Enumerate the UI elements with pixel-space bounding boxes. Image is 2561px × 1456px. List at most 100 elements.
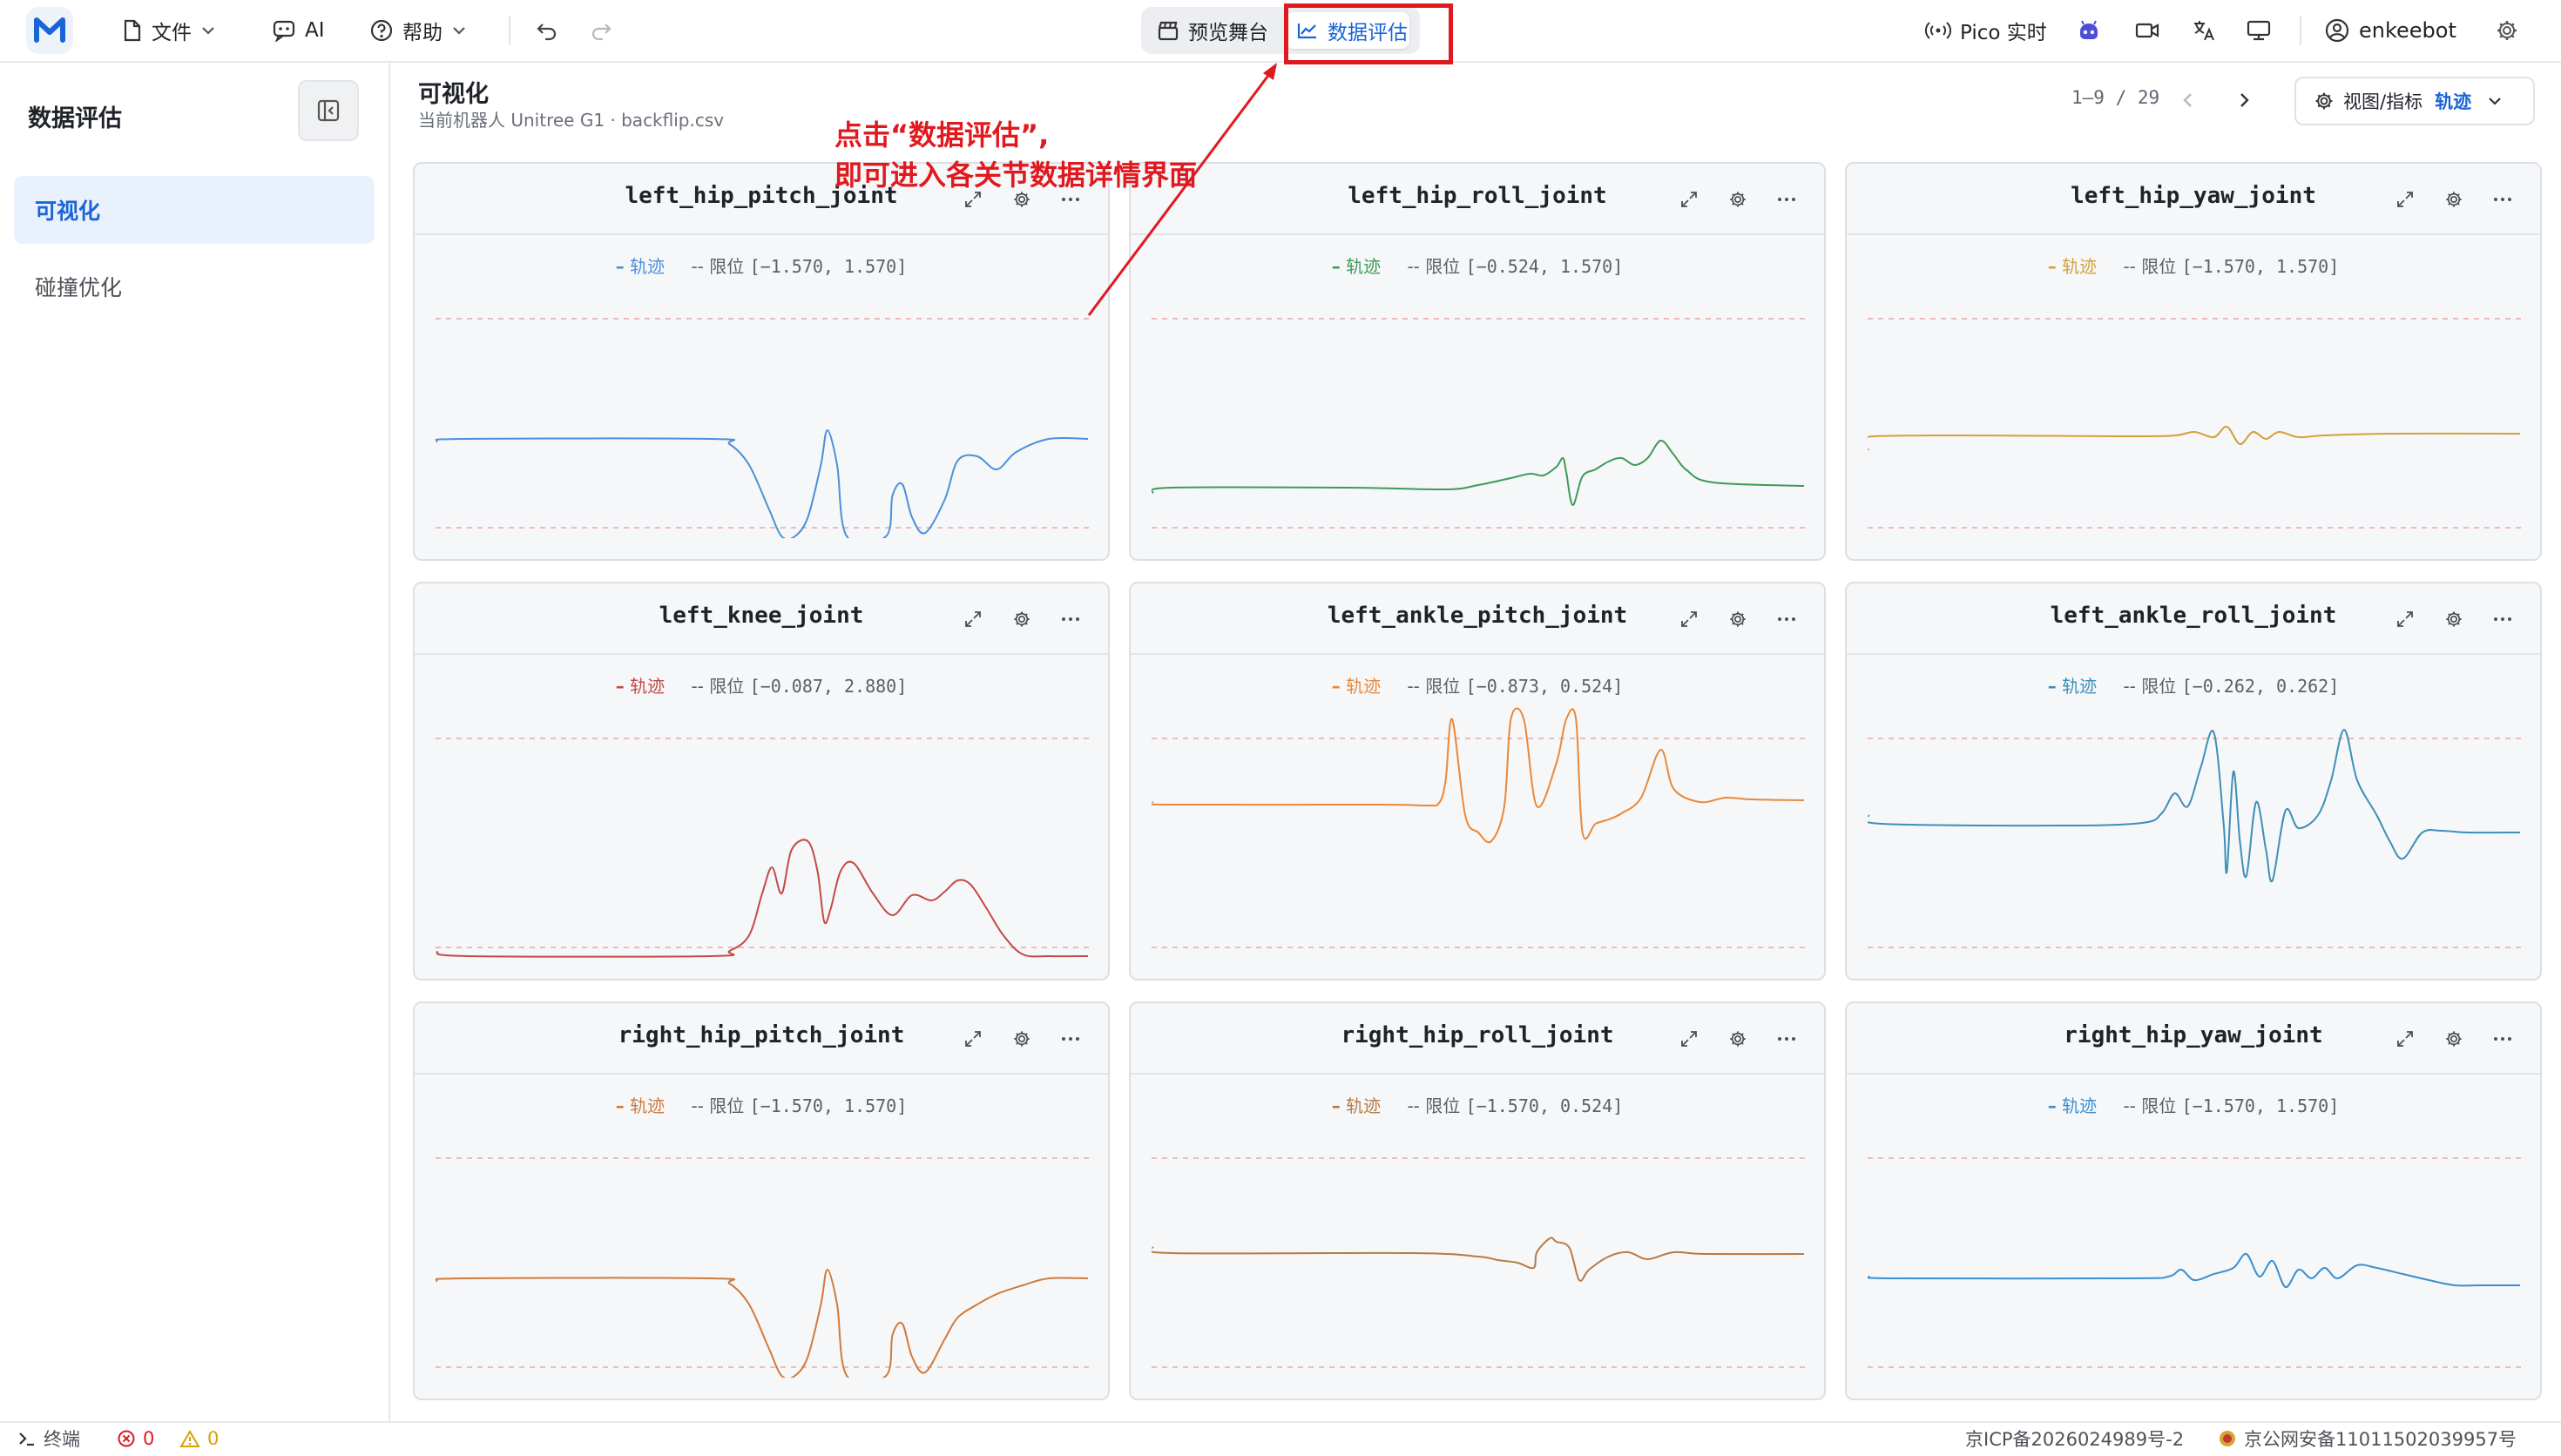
chart-card: left_knee_joint – 轨迹 -- 限位 [−0.087, 2.88… — [413, 582, 1110, 981]
trace-legend-label: 轨迹 — [1346, 1095, 1382, 1116]
limit-legend-label: 限位 — [2141, 676, 2177, 697]
more-horizontal-icon — [1778, 1037, 1795, 1041]
sidebar-item-visualization[interactable]: 可视化 — [14, 176, 375, 244]
trajectory-line — [1868, 729, 2521, 883]
joint-trajectory-plot — [436, 318, 1089, 538]
expand-icon — [1681, 611, 1697, 627]
expand-button[interactable] — [1676, 186, 1702, 212]
ai-chat-icon — [273, 20, 295, 42]
redo-button[interactable] — [589, 0, 613, 61]
joint-trajectory-plot — [1152, 318, 1805, 529]
expand-button[interactable] — [1676, 606, 1702, 632]
limit-legend-label: 限位 — [709, 256, 745, 277]
more-options-button[interactable] — [2490, 606, 2516, 632]
user-name: enkeebot — [2359, 18, 2456, 43]
limit-legend-swatch: -- — [691, 676, 704, 697]
more-options-button[interactable] — [2490, 1026, 2516, 1052]
expand-button[interactable] — [960, 606, 986, 632]
trace-legend-label: 轨迹 — [1346, 676, 1382, 697]
chart-settings-button[interactable] — [1725, 1026, 1751, 1052]
icp-link[interactable]: 京ICP备2026024989号-2 — [1965, 1423, 2184, 1454]
app-logo[interactable] — [26, 7, 73, 54]
camera-button[interactable] — [2134, 0, 2160, 61]
more-options-button[interactable] — [1058, 606, 1084, 632]
expand-icon — [2397, 192, 2413, 207]
chart-settings-button[interactable] — [2441, 1026, 2467, 1052]
sidebar-item-collision-optimization[interactable]: 碰撞优化 — [14, 253, 375, 320]
joint-trajectory-plot — [1152, 707, 1805, 948]
chart-settings-button[interactable] — [1725, 606, 1751, 632]
police-emblem-icon — [2220, 1431, 2235, 1446]
sidebar-item-label: 可视化 — [35, 199, 101, 224]
chart-legend: – 轨迹 -- 限位 [−0.524, 1.570] — [1131, 253, 1824, 278]
icp-text: 京ICP备2026024989号-2 — [1965, 1429, 2185, 1450]
settings-button[interactable] — [2495, 0, 2519, 61]
chart-card-actions — [2369, 186, 2516, 212]
translate-button[interactable] — [2192, 0, 2216, 61]
ai-label: AI — [305, 19, 325, 42]
more-horizontal-icon — [2494, 1037, 2511, 1041]
file-menu[interactable]: 文件 — [122, 0, 216, 61]
bot-icon — [2080, 20, 2098, 39]
undo-button[interactable] — [535, 0, 559, 61]
chart-settings-button[interactable] — [1725, 186, 1751, 212]
terminal-toggle[interactable]: 终端 — [17, 1423, 80, 1454]
gear-icon — [1730, 1031, 1746, 1047]
broadcast-icon — [1925, 22, 1951, 39]
more-options-button[interactable] — [1774, 1026, 1800, 1052]
translate-icon — [2194, 21, 2214, 41]
chart-settings-button[interactable] — [1009, 1026, 1035, 1052]
ai-button[interactable]: AI — [272, 0, 325, 61]
more-options-button[interactable] — [2490, 186, 2516, 212]
chart-legend: – 轨迹 -- 限位 [−0.873, 0.524] — [1131, 672, 1824, 698]
expand-button[interactable] — [2392, 606, 2418, 632]
sidebar-collapse-icon — [317, 99, 340, 122]
chart-settings-button[interactable] — [2441, 606, 2467, 632]
gear-icon — [1730, 611, 1746, 627]
display-button[interactable] — [2246, 0, 2272, 61]
limit-range: [−0.873, 0.524] — [1465, 676, 1624, 697]
police-record-link[interactable]: 京公网安备11011502039957号 — [2218, 1423, 2517, 1454]
tab-preview-stage[interactable]: 预览舞台 — [1157, 12, 1268, 49]
trace-legend-swatch: – — [2047, 256, 2057, 277]
chart-settings-button[interactable] — [2441, 186, 2467, 212]
view-metric-selector[interactable]: 视图/指标 轨迹 — [2294, 77, 2535, 125]
chart-card-actions — [937, 1026, 1084, 1052]
joint-trajectory-plot — [436, 738, 1089, 958]
expand-button[interactable] — [2392, 186, 2418, 212]
more-horizontal-icon — [2494, 198, 2511, 201]
pico-live-button[interactable]: Pico 实时 — [1925, 0, 2047, 61]
clapperboard-icon — [1158, 21, 1179, 41]
file-menu-label: 文件 — [152, 22, 192, 44]
more-options-button[interactable] — [1774, 186, 1800, 212]
more-options-button[interactable] — [1058, 1026, 1084, 1052]
expand-button[interactable] — [2392, 1026, 2418, 1052]
chevron-down-icon — [2489, 98, 2501, 105]
more-options-button[interactable] — [1774, 606, 1800, 632]
trajectory-line — [1868, 1252, 2520, 1288]
joint-trajectory-plot — [1868, 1157, 2521, 1368]
chevron-left-icon — [2183, 93, 2192, 107]
expand-button[interactable] — [1676, 1026, 1702, 1052]
trace-legend-swatch: – — [1331, 1095, 1341, 1116]
highlight-box — [1284, 3, 1453, 64]
joint-trajectory-plot — [1868, 318, 2521, 529]
collapse-sidebar-button[interactable] — [298, 80, 359, 141]
expand-button[interactable] — [960, 1026, 986, 1052]
errors-indicator[interactable]: 0 — [117, 1423, 154, 1454]
user-menu[interactable]: enkeebot — [2324, 0, 2456, 61]
warnings-indicator[interactable]: 0 — [179, 1423, 219, 1454]
chart-settings-button[interactable] — [1009, 606, 1035, 632]
chevron-down-icon — [202, 27, 214, 35]
assistant-bot-button[interactable] — [2077, 0, 2101, 61]
chart-card: right_hip_roll_joint – 轨迹 -- 限位 [−1.570,… — [1129, 1001, 1826, 1400]
prev-page-button[interactable] — [2178, 85, 2199, 118]
next-page-button[interactable] — [2233, 85, 2254, 118]
help-menu[interactable]: 帮助 — [369, 0, 467, 61]
gear-icon — [2446, 1031, 2462, 1047]
limit-range: [−1.570, 1.570] — [2181, 256, 2340, 277]
more-horizontal-icon — [1778, 198, 1795, 201]
trajectory-line — [436, 1269, 1089, 1378]
chart-legend: – 轨迹 -- 限位 [−1.570, 1.570] — [1847, 253, 2540, 278]
gear-icon — [1014, 1031, 1030, 1047]
